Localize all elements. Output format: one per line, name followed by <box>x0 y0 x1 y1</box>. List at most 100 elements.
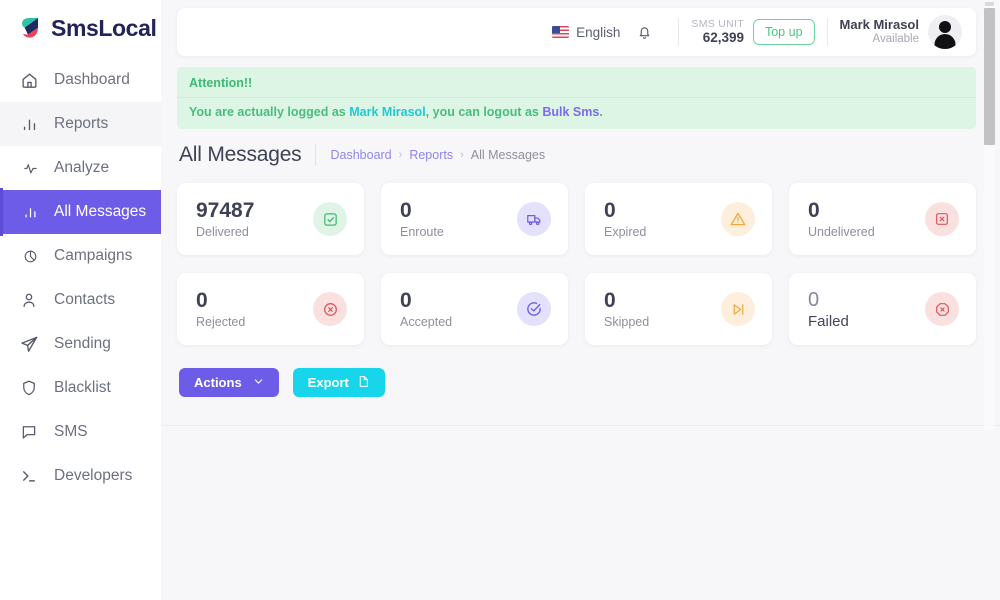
alert-text-middle: , you can logout as <box>425 105 543 119</box>
alert-link-user[interactable]: Mark Mirasol <box>349 105 425 119</box>
pie-chart-icon <box>20 249 40 264</box>
sidebar-item-reports[interactable]: Reports <box>0 102 161 146</box>
scrollbar-thumb[interactable] <box>984 8 995 145</box>
stat-card-accepted[interactable]: 0 Accepted <box>381 273 568 345</box>
sidebar-item-label: SMS <box>54 423 88 440</box>
sidebar-item-developers[interactable]: Developers <box>0 454 161 498</box>
check-square-icon <box>313 202 347 236</box>
x-square-icon <box>925 202 959 236</box>
stat-value: 0 <box>400 288 412 312</box>
brand-name: SmsLocal <box>51 14 157 41</box>
topup-button[interactable]: Top up <box>752 19 815 45</box>
stat-card-undelivered[interactable]: 0 Undelivered <box>789 183 976 255</box>
pulse-icon <box>20 161 40 176</box>
stat-value: 0 <box>604 288 616 312</box>
warning-icon <box>721 202 755 236</box>
stat-card-enroute[interactable]: 0 Enroute <box>381 183 568 255</box>
topbar: English SMS UNIT 62,399 Top up Mark Mira… <box>177 8 976 56</box>
attention-alert: Attention!! You are actually logged as M… <box>177 67 976 129</box>
stat-label: Failed <box>808 312 849 330</box>
stat-value: 0 <box>400 198 412 222</box>
bell-icon[interactable] <box>634 21 654 43</box>
send-icon <box>18 335 40 354</box>
stat-value: 0 <box>808 288 820 311</box>
stat-label: Delivered <box>196 225 249 240</box>
stat-cards-row-2: 0 Rejected 0 Accepted 0 Skipped 0 Failed <box>177 273 976 345</box>
x-circle-icon <box>313 292 347 326</box>
bar-chart-icon <box>20 205 40 220</box>
language-selector[interactable]: English <box>552 25 620 40</box>
avatar[interactable] <box>928 15 962 49</box>
sidebar-item-analyze[interactable]: Analyze <box>0 146 161 190</box>
truck-icon <box>517 202 551 236</box>
sms-unit-label: SMS UNIT <box>691 18 744 31</box>
x-octagon-icon <box>925 292 959 326</box>
smslocal-logo-icon <box>18 15 44 41</box>
divider <box>678 18 680 46</box>
main-content: English SMS UNIT 62,399 Top up Mark Mira… <box>161 0 1000 600</box>
sms-unit-value: 62,399 <box>702 30 744 46</box>
sidebar-item-dashboard[interactable]: Dashboard <box>0 58 161 102</box>
stat-value: 97487 <box>196 198 255 222</box>
sidebar: SmsLocal Dashboard Reports Analyze All M… <box>0 0 161 600</box>
stat-card-expired[interactable]: 0 Expired <box>585 183 772 255</box>
stat-value: 0 <box>196 288 208 312</box>
sms-unit-display: SMS UNIT 62,399 <box>691 18 744 46</box>
stat-label: Enroute <box>400 225 444 240</box>
sidebar-item-label: Campaigns <box>54 247 133 264</box>
sidebar-item-campaigns[interactable]: Campaigns <box>0 234 161 278</box>
breadcrumb-reports[interactable]: Reports <box>409 148 453 162</box>
sidebar-item-label: Developers <box>54 467 133 484</box>
page-scrollbar[interactable] <box>984 2 995 430</box>
breadcrumb-dashboard[interactable]: Dashboard <box>330 148 391 162</box>
shield-icon <box>18 379 40 397</box>
skip-icon <box>721 292 755 326</box>
sidebar-item-contacts[interactable]: Contacts <box>0 278 161 322</box>
stat-value: 0 <box>808 198 820 222</box>
alert-link-logout[interactable]: Bulk Sms <box>542 105 599 119</box>
sidebar-item-label: Contacts <box>54 291 116 308</box>
scrollbar-cap <box>985 2 994 6</box>
brand-logo[interactable]: SmsLocal <box>0 0 161 56</box>
breadcrumb-current: All Messages <box>470 148 546 162</box>
sidebar-item-label: Sending <box>54 335 111 352</box>
app-root: SmsLocal Dashboard Reports Analyze All M… <box>0 0 1000 600</box>
chat-icon <box>18 423 40 441</box>
action-button-row: Actions Export <box>177 368 976 397</box>
breadcrumb-separator: › <box>460 149 464 161</box>
actions-button-label: Actions <box>194 375 242 390</box>
content-divider <box>161 425 1000 426</box>
user-icon <box>18 291 40 309</box>
actions-button[interactable]: Actions <box>179 368 279 397</box>
stat-label: Undelivered <box>808 225 875 240</box>
alert-text-after: . <box>599 105 603 119</box>
page-header: All Messages Dashboard › Reports › All M… <box>177 143 976 167</box>
user-name: Mark Mirasol <box>839 17 919 33</box>
sidebar-item-blacklist[interactable]: Blacklist <box>0 366 161 410</box>
sidebar-item-sms[interactable]: SMS <box>0 410 161 454</box>
sidebar-item-label: Dashboard <box>54 71 130 88</box>
user-info[interactable]: Mark Mirasol Available <box>840 17 919 46</box>
sidebar-item-all-messages[interactable]: All Messages <box>0 188 161 236</box>
divider <box>826 18 828 46</box>
stat-label: Accepted <box>400 315 453 330</box>
sidebar-nav: Dashboard Reports Analyze All Messages C… <box>0 56 161 498</box>
sidebar-item-sending[interactable]: Sending <box>0 322 161 366</box>
divider <box>315 144 317 166</box>
check-circle-icon <box>517 292 551 326</box>
chevron-down-icon <box>253 375 264 390</box>
terminal-icon <box>18 467 40 485</box>
sidebar-item-label: Blacklist <box>54 379 111 396</box>
alert-text-before: You are actually logged as <box>189 105 350 119</box>
breadcrumb-separator: › <box>398 149 403 161</box>
stat-card-skipped[interactable]: 0 Skipped <box>585 273 772 345</box>
export-button[interactable]: Export <box>292 368 385 397</box>
alert-message: You are actually logged as Mark Mirasol,… <box>177 97 976 129</box>
stat-card-delivered[interactable]: 97487 Delivered <box>177 183 364 255</box>
stat-card-failed[interactable]: 0 Failed <box>789 273 976 345</box>
breadcrumb: Dashboard › Reports › All Messages <box>330 148 545 162</box>
document-icon <box>357 375 370 391</box>
stat-card-rejected[interactable]: 0 Rejected <box>177 273 364 345</box>
stat-label: Skipped <box>604 315 650 330</box>
language-label: English <box>576 24 621 40</box>
